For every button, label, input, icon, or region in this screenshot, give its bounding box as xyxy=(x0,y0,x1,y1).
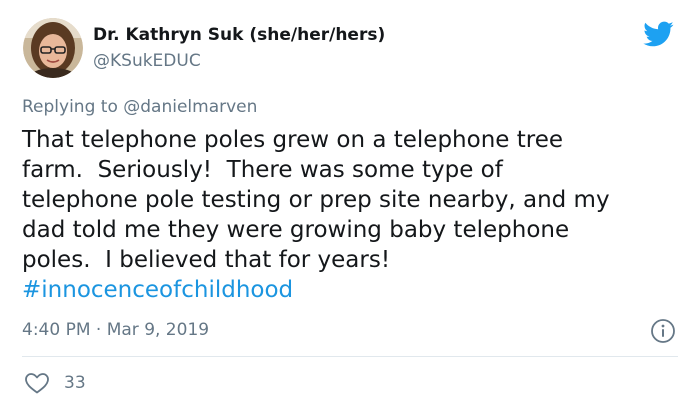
divider xyxy=(22,356,678,357)
tweet-card: Dr. Kathryn Suk (she/her/hers) @KSukEDUC… xyxy=(0,0,700,410)
tweet-text: That telephone poles grew on a telephone… xyxy=(22,125,682,305)
tweet-text-line: poles. I believed that for years! xyxy=(22,247,391,273)
tweet-timestamp[interactable]: 4:40 PM · Mar 9, 2019 xyxy=(22,319,209,341)
tweet-text-line: farm. Seriously! There was some type of xyxy=(22,157,503,183)
replying-to: Replying to @danielmarven xyxy=(22,96,257,118)
like-count: 33 xyxy=(64,373,86,393)
heart-icon[interactable] xyxy=(24,371,50,395)
author-avatar[interactable] xyxy=(23,18,83,78)
hashtag-link[interactable]: #innocenceofchildhood xyxy=(22,275,682,305)
info-icon[interactable] xyxy=(650,318,676,344)
twitter-bird-icon[interactable] xyxy=(640,18,676,50)
tweet-text-line: telephone pole testing or prep site near… xyxy=(22,187,610,213)
tweet-text-line: That telephone poles grew on a telephone… xyxy=(22,127,564,153)
avatar-photo xyxy=(23,18,83,78)
author-name[interactable]: Dr. Kathryn Suk (she/her/hers) xyxy=(93,24,385,46)
replying-prefix: Replying to xyxy=(22,97,124,117)
author-handle[interactable]: @KSukEDUC xyxy=(93,50,201,72)
reply-mention-link[interactable]: @danielmarven xyxy=(123,97,257,117)
tweet-text-line: dad told me they were growing baby telep… xyxy=(22,217,570,243)
